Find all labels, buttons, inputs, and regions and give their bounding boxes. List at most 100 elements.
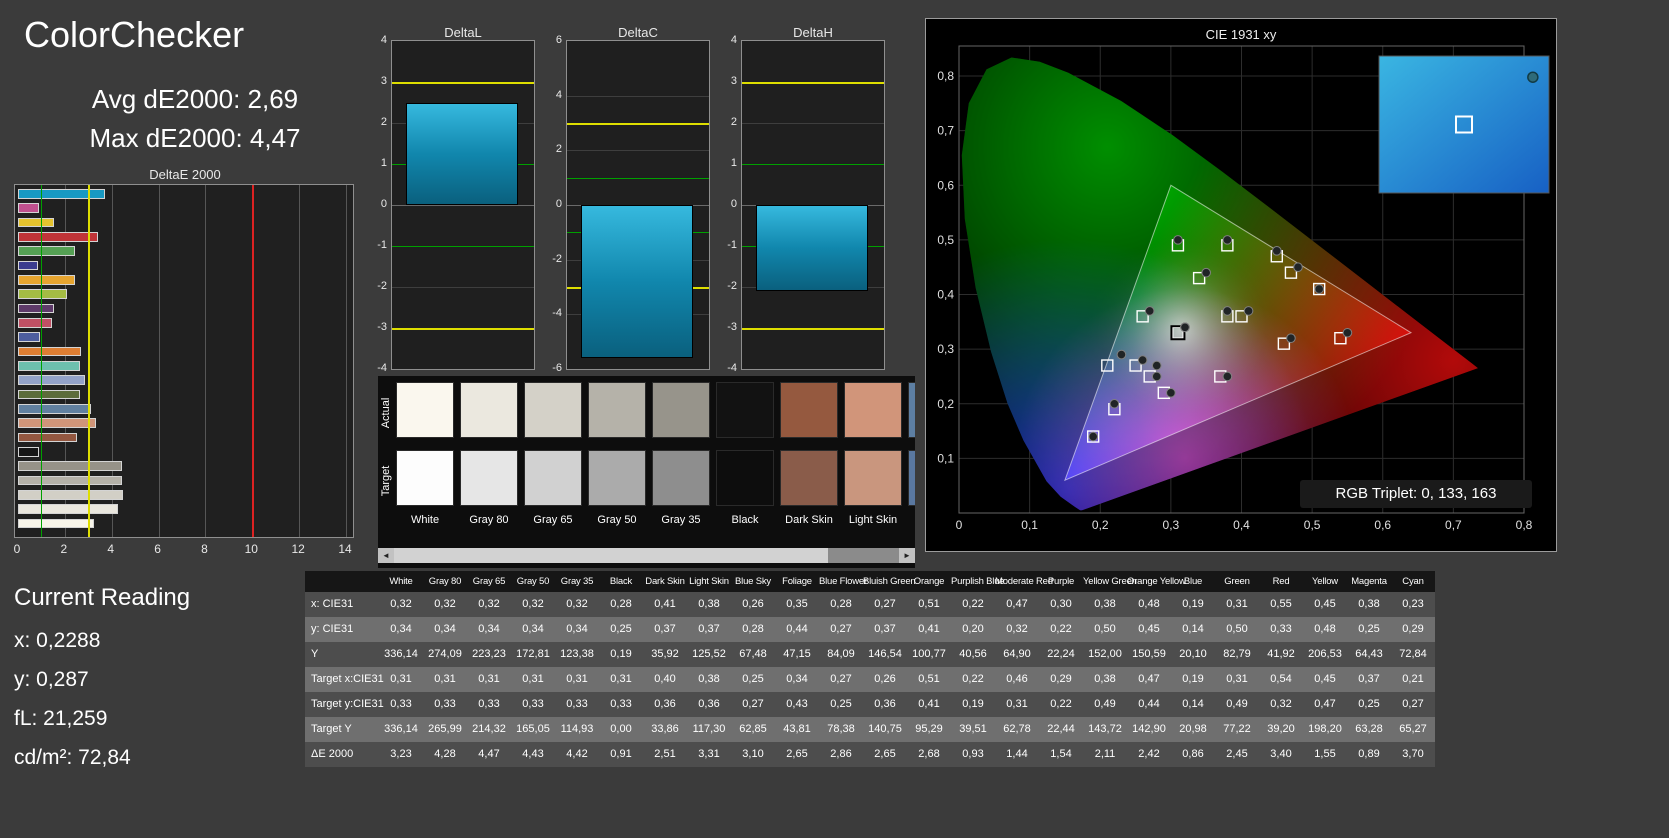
table-cell: 0,29 (1402, 623, 1424, 635)
swatch-target-blue-sky[interactable] (908, 450, 915, 506)
vchart-tick-label: -2 (727, 280, 737, 292)
table-cell: 77,22 (1223, 723, 1251, 735)
table-cell: 0,33 (1270, 623, 1292, 635)
table-cell: 0,26 (742, 598, 764, 610)
cie-x-tick-label: 0,6 (1374, 518, 1391, 532)
deltae-bar-blue-flower (18, 375, 85, 385)
table-row: Y 336,14 274,09 223,23 172,81 123,38 0,19 35,92… (305, 642, 1435, 667)
vchart-tick-label: 1 (380, 157, 387, 169)
table-cell: 0,31 (478, 673, 500, 685)
table-cell: 152,00 (1088, 648, 1122, 660)
table-cell: 0,37 (874, 623, 896, 635)
cie-measured-orange (1314, 284, 1324, 294)
cie-measured-yellow (1272, 246, 1282, 256)
table-col-header: Purplish Blue (951, 576, 1005, 587)
table-cell: 123,38 (560, 648, 594, 660)
swatch-actual-gray-80[interactable] (460, 382, 518, 438)
table-cell: 0,50 (1094, 623, 1116, 635)
swatch-target-gray-35[interactable] (652, 450, 710, 506)
cie-measured-foliage (1201, 267, 1211, 278)
table-cell: 0,54 (1270, 673, 1292, 685)
table-cell: 140,75 (868, 723, 902, 735)
table-col-header: Gray 35 (560, 576, 594, 587)
table-cell: 143,72 (1088, 723, 1122, 735)
vchart-tick-label: -3 (377, 321, 387, 333)
table-cell: 40,56 (959, 648, 987, 660)
table-cell: 0,34 (522, 623, 544, 635)
table-cell: 0,31 (434, 673, 456, 685)
vchart-tick-label: 0 (730, 198, 737, 210)
table-cell: 0,37 (698, 623, 720, 635)
table-col-header: White (389, 576, 413, 587)
table-cell: 82,79 (1223, 648, 1251, 660)
swatch-actual-gray-35[interactable] (652, 382, 710, 438)
swatch-actual-light-skin[interactable] (844, 382, 902, 438)
table-row-label: ΔE 2000 (311, 748, 354, 760)
table-row: Target Y 336,14 265,99 214,32 165,05 114,93 0,… (305, 717, 1435, 742)
cie-measured-green (1173, 235, 1183, 245)
swatch-labels-row: White Gray 80 Gray 65 Gray 50 Gray 35 Black Da… (378, 514, 915, 530)
table-cell: 35,92 (651, 648, 679, 660)
table-cell: 146,54 (868, 648, 902, 660)
swatch-target-gray-80[interactable] (460, 450, 518, 506)
table-cell: 0,41 (654, 598, 676, 610)
scrollbar-track[interactable] (394, 548, 899, 563)
table-cell: 0,19 (1182, 598, 1204, 610)
table-cell: 2,45 (1226, 748, 1248, 760)
table-cell: 2,11 (1094, 748, 1116, 760)
table-col-header: Yellow Green (1083, 576, 1137, 587)
vchart-tick-label: 0 (380, 198, 387, 210)
swatch-target-white[interactable] (396, 450, 454, 506)
table-cell: 0,31 (610, 673, 632, 685)
scrollbar-right-arrow[interactable]: ► (899, 548, 915, 563)
cie-measured-orange-yellow (1293, 262, 1303, 272)
vchart-tick-label: 2 (380, 116, 387, 128)
deltae-bar-purplish-blue (18, 332, 40, 342)
swatch-target-light-skin[interactable] (844, 450, 902, 506)
swatch-actual-black[interactable] (716, 382, 774, 438)
table-cell: 0,38 (1358, 598, 1380, 610)
vchart-tick-label: -6 (552, 362, 562, 374)
vchart-tick-label: 1 (730, 157, 737, 169)
deltae-bar-gray-50 (18, 475, 122, 486)
vchart-refline (742, 328, 884, 330)
scrollbar-thumb[interactable] (394, 548, 829, 563)
swatch-scrollbar[interactable]: ◄ ► (378, 548, 915, 563)
swatch-target-black[interactable] (716, 450, 774, 506)
colorchecker-app: ColorChecker Avg dE2000: 2,69 Max dE2000… (0, 0, 1669, 838)
table-cell: 100,77 (912, 648, 946, 660)
swatch-target-gray-65[interactable] (524, 450, 582, 506)
swatch-actual-blue-sky[interactable] (908, 382, 915, 438)
table-cell: 0,23 (1402, 598, 1424, 610)
table-cell: 1,44 (1006, 748, 1028, 760)
table-cell: 0,25 (610, 623, 632, 635)
table-cell: 0,40 (654, 673, 676, 685)
swatch-actual-gray-65[interactable] (524, 382, 582, 438)
swatch-target-gray-50[interactable] (588, 450, 646, 506)
table-cell: 0,25 (830, 698, 852, 710)
table-cell: 0,25 (742, 673, 764, 685)
table-cell: 172,81 (516, 648, 550, 660)
table-cell: 265,99 (428, 723, 462, 735)
table-cell: 62,85 (739, 723, 767, 735)
table-cell: 2,86 (830, 748, 852, 760)
table-cell: 95,29 (915, 723, 943, 735)
table-cell: 125,52 (692, 648, 726, 660)
vchart-refline (567, 123, 709, 125)
table-col-header: Gray 65 (472, 576, 506, 587)
scrollbar-left-arrow[interactable]: ◄ (378, 548, 394, 563)
table-col-header: Gray 50 (516, 576, 550, 587)
table-cell: 0,36 (874, 698, 896, 710)
table-row: ΔE 2000 3,23 4,28 4,47 4,43 4,42 0,91 2,51 3,31 3… (305, 742, 1435, 767)
deltae-bar-dark-skin (18, 432, 77, 443)
swatch-label: Black (731, 514, 759, 526)
table-cell: 0,45 (1314, 598, 1336, 610)
table-cell: 0,47 (1006, 598, 1028, 610)
table-cell: 0,28 (742, 623, 764, 635)
swatch-actual-dark-skin[interactable] (780, 382, 838, 438)
swatch-target-dark-skin[interactable] (780, 450, 838, 506)
cie-measured-blue-flower (1151, 360, 1162, 371)
swatch-actual-gray-50[interactable] (588, 382, 646, 438)
cie-measured-gray-35 (1180, 322, 1190, 333)
swatch-actual-white[interactable] (396, 382, 454, 438)
